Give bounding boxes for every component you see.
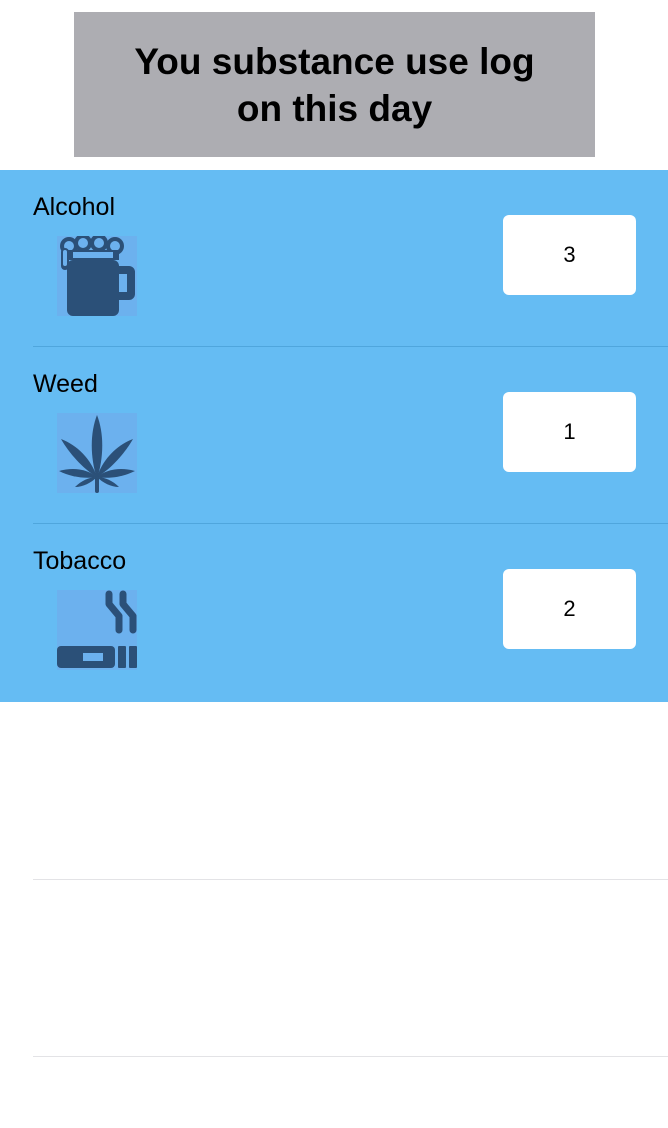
row-divider	[33, 1056, 668, 1057]
cannabis-leaf-icon	[57, 413, 137, 493]
page-title: You substance use log on this day	[134, 40, 535, 129]
substance-label: Alcohol	[33, 193, 115, 221]
list-item-alcohol[interactable]: Alcohol 3	[0, 170, 668, 347]
empty-list-row	[0, 880, 668, 1057]
empty-list-row	[0, 703, 668, 880]
count-input[interactable]: 1	[503, 392, 636, 472]
substance-label: Tobacco	[33, 547, 127, 575]
list-item-tobacco[interactable]: Tobacco 2	[0, 524, 668, 702]
header-banner: You substance use log on this day	[74, 12, 595, 157]
substance-log-screen: You substance use log on this day Alcoho…	[0, 0, 668, 1128]
count-input[interactable]: 2	[503, 569, 636, 649]
beer-mug-icon	[57, 236, 137, 316]
count-input[interactable]: 3	[503, 215, 636, 295]
substance-label: Weed	[33, 370, 98, 398]
cigarette-smoking-icon	[57, 590, 137, 670]
list-item-weed[interactable]: Weed 1	[0, 347, 668, 524]
substance-log-list: Alcohol 3 Weed 1 Tobacco 2	[0, 170, 668, 702]
